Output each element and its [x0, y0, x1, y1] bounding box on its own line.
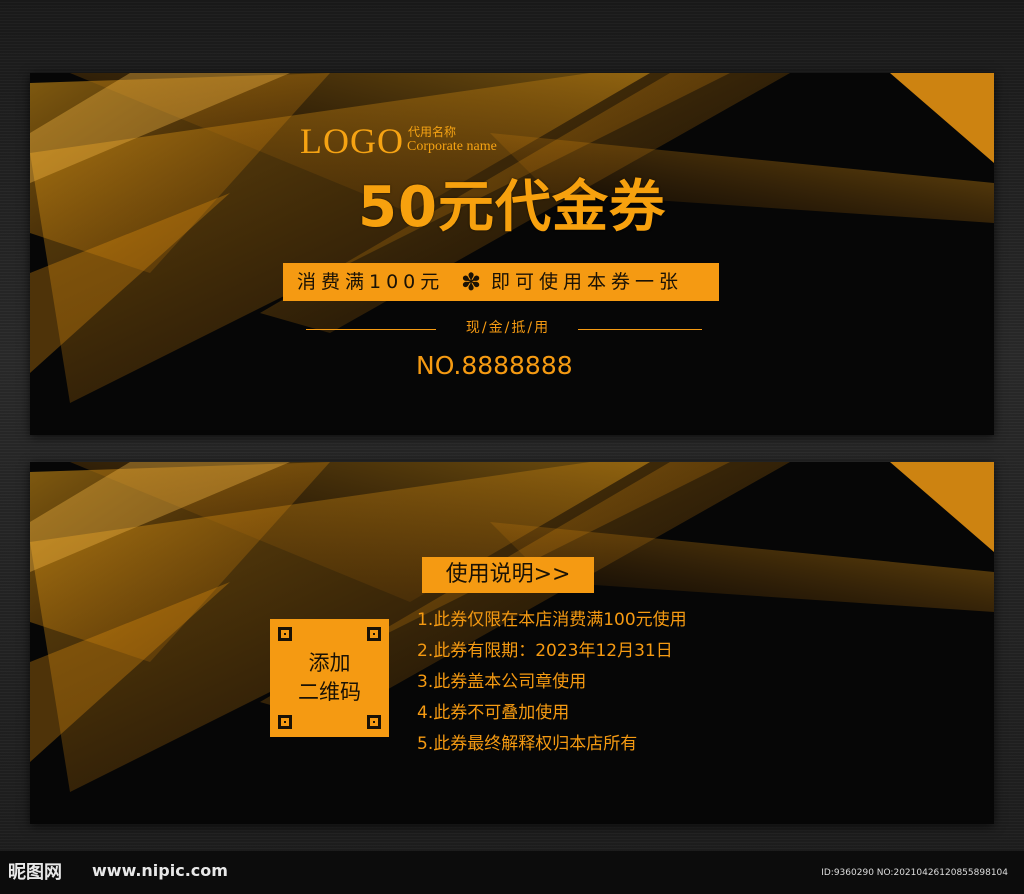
subtitle: 现/金/抵/用	[465, 320, 551, 336]
condition-left: 消费满100元	[297, 271, 445, 293]
logo-mark: LOGO	[300, 121, 404, 161]
rule-item: 4.此券不可叠加使用	[417, 703, 570, 723]
rule-item: 3.此券盖本公司章使用	[417, 672, 587, 692]
watermark-id: ID:9360290 NO:20210426120855898104	[821, 868, 1008, 878]
condition-banner: 消费满100元 ✽ 即可使用本券一张	[283, 263, 719, 301]
divider-right	[578, 329, 702, 330]
qr-label-line2: 二维码	[298, 680, 361, 704]
qr-finder-icon	[278, 627, 292, 641]
voucher-back: 使用说明>> 1.此券仅限在本店消费满100元使用 2.此券有限期：2023年1…	[30, 462, 994, 824]
rule-item: 2.此券有限期：2023年12月31日	[417, 641, 673, 661]
condition-right: 即可使用本券一张	[491, 271, 684, 293]
qr-label-line1: 添加	[308, 651, 351, 675]
watermark-url[interactable]: www.nipic.com	[92, 861, 228, 880]
logo-name-en: Corporate name	[407, 139, 497, 154]
voucher-title: 50元代金券	[358, 175, 666, 240]
rule-item: 1.此券仅限在本店消费满100元使用	[417, 610, 687, 630]
qr-finder-icon	[367, 627, 381, 641]
rule-item: 5.此券最终解释权归本店所有	[417, 734, 638, 754]
watermark-brand: 昵图网	[8, 862, 62, 883]
flower-icon: ✽	[461, 268, 482, 296]
qr-code-placeholder: 添加 二维码	[270, 619, 389, 737]
qr-finder-icon	[278, 715, 292, 729]
rules-list: 1.此券仅限在本店消费满100元使用 2.此券有限期：2023年12月31日 3…	[417, 605, 687, 760]
instructions-title: 使用说明>>	[422, 557, 594, 593]
light-rays-decoration	[30, 73, 994, 403]
divider-left	[306, 329, 436, 330]
serial-number: NO.8888888	[416, 351, 573, 380]
qr-finder-icon	[367, 715, 381, 729]
qr-label: 添加 二维码	[270, 649, 389, 707]
logo-name-cn: 代用名称	[408, 125, 457, 139]
voucher-front: LOGO 代用名称 Corporate name 50元代金券 消费满100元 …	[30, 73, 994, 435]
